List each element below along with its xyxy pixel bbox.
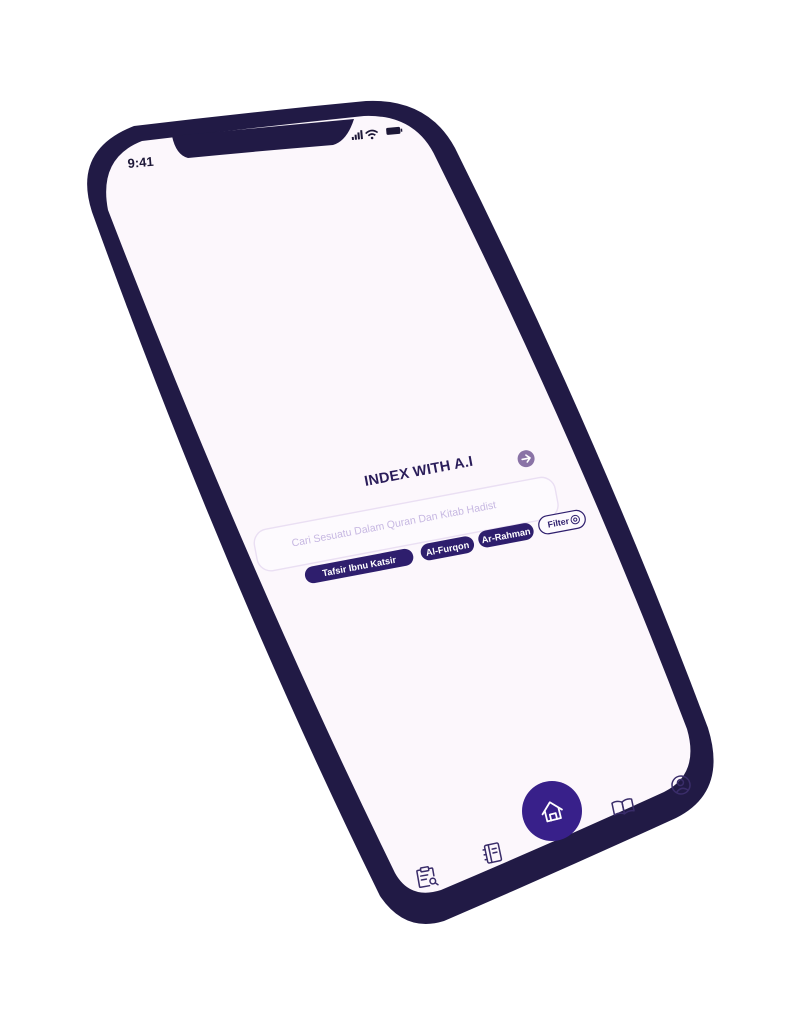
mockup-stage: 9:41 INDEX WITH A.I Cari Sesuatu Dalam Q… <box>0 0 792 1013</box>
nav-item-home[interactable] <box>522 781 582 841</box>
status-time: 9:41 <box>127 154 154 171</box>
home-fab[interactable] <box>522 781 582 841</box>
phone-mockup: 9:41 INDEX WITH A.I Cari Sesuatu Dalam Q… <box>87 100 714 924</box>
